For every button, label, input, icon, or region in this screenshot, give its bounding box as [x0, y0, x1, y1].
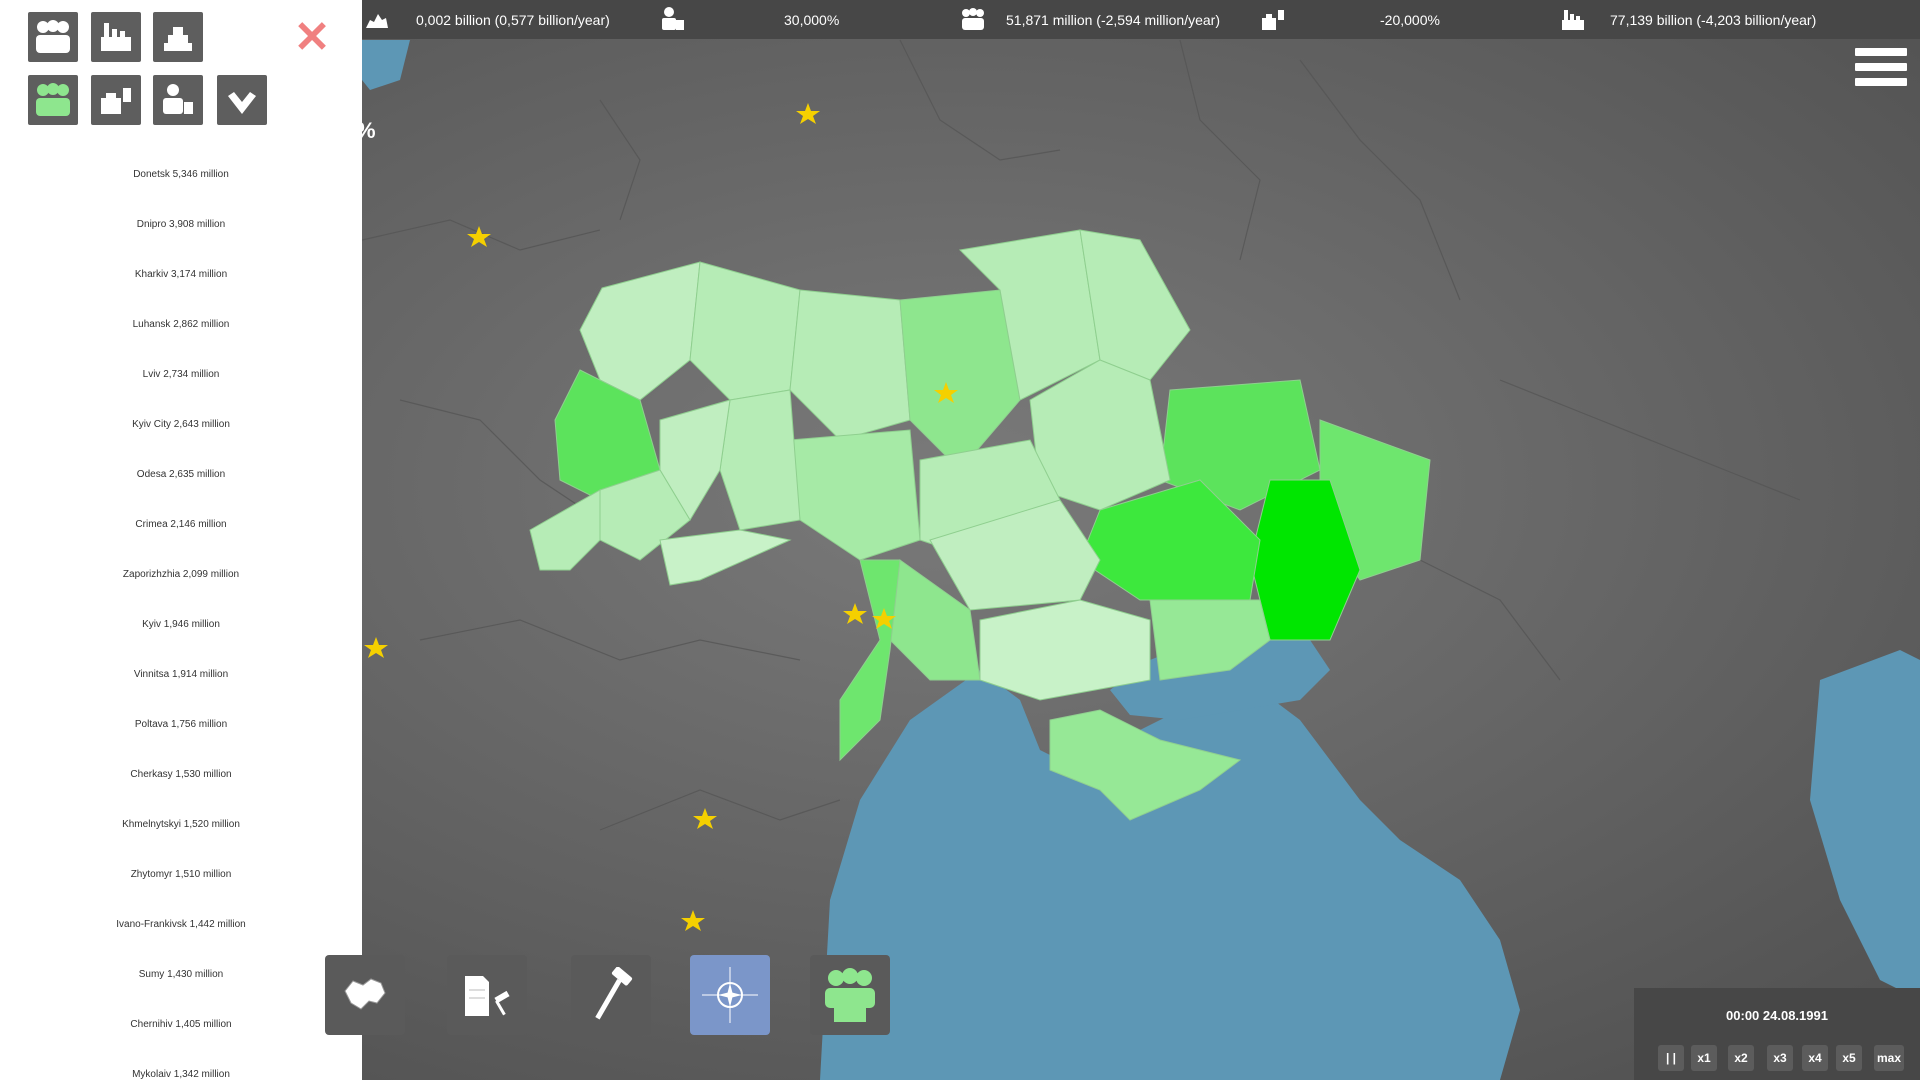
- ethnic-population-category-button[interactable]: [28, 75, 78, 125]
- list-item[interactable]: Cherkasy 1,530 million: [0, 769, 362, 780]
- stat-gdp-value: 77,139 billion (-4,203 billion/year): [1610, 12, 1817, 28]
- list-item[interactable]: Kharkiv 3,174 million: [0, 269, 362, 280]
- population-icon: [962, 8, 984, 30]
- list-item[interactable]: Kyiv 1,946 million: [0, 619, 362, 630]
- build-button[interactable]: [571, 955, 651, 1035]
- population-button[interactable]: [810, 955, 890, 1035]
- time-panel: 00:00 24.08.1991 | | x1 x2 x3 x4 x5 max: [1634, 988, 1920, 1080]
- close-icon[interactable]: ✕: [294, 16, 331, 60]
- list-item[interactable]: Dnipro 3,908 million: [0, 219, 362, 230]
- population-category-button[interactable]: [28, 12, 78, 62]
- list-item[interactable]: Kyiv City 2,643 million: [0, 419, 362, 430]
- approval-icon: [228, 92, 256, 114]
- stat-population-value: 51,871 million (-2,594 million/year): [1006, 12, 1220, 28]
- list-item[interactable]: Poltava 1,756 million: [0, 719, 362, 730]
- list-item[interactable]: Donetsk 5,346 million: [0, 169, 362, 180]
- statistics-sidebar: ✕ Donetsk 5,346 million Dnipro 3,908 mil…: [0, 0, 362, 1080]
- pause-button[interactable]: | |: [1658, 1045, 1684, 1071]
- laws-button[interactable]: [447, 955, 527, 1035]
- employment-category-button[interactable]: [153, 75, 203, 125]
- list-item[interactable]: Sumy 1,430 million: [0, 969, 362, 980]
- industry-icon: [1562, 10, 1584, 30]
- regions-map-icon: [344, 978, 386, 1010]
- resources-icon: [164, 27, 192, 51]
- employment-icon: [163, 84, 193, 114]
- population-icon: [36, 20, 70, 53]
- list-item[interactable]: Zaporizhzhia 2,099 million: [0, 569, 362, 580]
- speed-x3-button[interactable]: x3: [1767, 1045, 1793, 1071]
- business-category-button[interactable]: [91, 75, 141, 125]
- list-item[interactable]: Crimea 2,146 million: [0, 519, 362, 530]
- nato-button[interactable]: [690, 955, 770, 1035]
- list-item[interactable]: Luhansk 2,862 million: [0, 319, 362, 330]
- industry-icon: [101, 23, 131, 51]
- speed-x5-button[interactable]: x5: [1836, 1045, 1862, 1071]
- population-icon: [825, 968, 875, 1022]
- list-item[interactable]: Mykolaiv 1,342 million: [0, 1069, 362, 1080]
- speed-x4-button[interactable]: x4: [1802, 1045, 1828, 1071]
- stat-business-value: -20,000%: [1380, 12, 1440, 28]
- hamburger-bar: [1855, 63, 1907, 71]
- resources-icon: [366, 14, 388, 28]
- laws-gavel-icon: [465, 976, 510, 1016]
- regions-map-button[interactable]: [325, 955, 405, 1035]
- ethnic-population-icon: [36, 83, 70, 116]
- list-item[interactable]: Chernihiv 1,405 million: [0, 1019, 362, 1030]
- industry-category-button[interactable]: [91, 12, 141, 62]
- list-item[interactable]: Vinnitsa 1,914 million: [0, 669, 362, 680]
- list-item[interactable]: Lviv 2,734 million: [0, 369, 362, 380]
- employment-icon: [662, 7, 684, 30]
- build-hammer-icon: [595, 967, 633, 1020]
- region-kherson: [979, 599, 1151, 701]
- speed-x1-button[interactable]: x1: [1691, 1045, 1717, 1071]
- list-item[interactable]: Odesa 2,635 million: [0, 469, 362, 480]
- stat-budget-value: 0,002 billion (0,577 billion/year): [416, 12, 610, 28]
- nato-icon: [702, 967, 758, 1023]
- hamburger-bar: [1855, 48, 1907, 56]
- list-item[interactable]: Ivano-Frankivsk 1,442 million: [0, 919, 362, 930]
- hamburger-bar: [1855, 78, 1907, 86]
- main-menu-button[interactable]: [1855, 48, 1907, 98]
- stat-unemployment-value: 30,000%: [784, 12, 840, 28]
- speed-max-button[interactable]: max: [1874, 1045, 1904, 1071]
- business-icon: [1262, 10, 1284, 30]
- top-stats-bar: 0,002 billion (0,577 billion/year) 30,00…: [362, 0, 1920, 39]
- list-item[interactable]: Zhytomyr 1,510 million: [0, 869, 362, 880]
- speed-x2-button[interactable]: x2: [1728, 1045, 1754, 1071]
- list-item[interactable]: Khmelnytskyi 1,520 million: [0, 819, 362, 830]
- approval-category-button[interactable]: [217, 75, 267, 125]
- resources-category-button[interactable]: [153, 12, 203, 62]
- business-icon: [101, 88, 131, 114]
- date-time-label: 00:00 24.08.1991: [1726, 1008, 1828, 1023]
